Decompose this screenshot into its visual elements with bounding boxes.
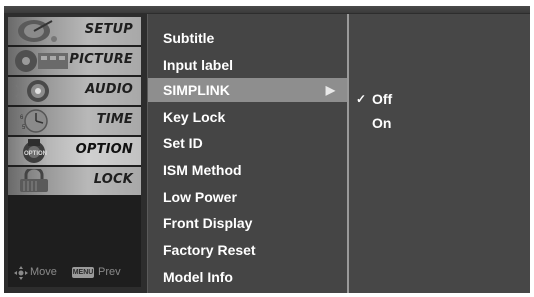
menu-item-label: Factory Reset <box>163 242 256 258</box>
menu-item-simplink[interactable]: SIMPLINK ▶ <box>148 78 348 102</box>
directional-pad-icon <box>14 266 28 280</box>
tab-label: OPTION <box>75 142 133 157</box>
menu-item-key-lock[interactable]: Key Lock <box>148 105 348 129</box>
tab-setup[interactable]: SETUP <box>8 17 141 45</box>
clock-icon: 6 5 <box>20 109 48 133</box>
menu-item-label: Input label <box>163 57 233 73</box>
menu-item-input-label[interactable]: Input label <box>148 53 348 77</box>
submenu-item-off[interactable]: ✓ Off <box>349 88 530 110</box>
simplink-submenu: ✓ Off On <box>349 14 530 293</box>
svg-text:OPTION: OPTION <box>24 151 47 157</box>
menu-item-label: Model Info <box>163 269 233 285</box>
option-disc-icon: OPTION <box>23 139 47 163</box>
submenu-item-label: Off <box>372 91 393 107</box>
tab-label: SETUP <box>84 22 133 37</box>
menu-item-label: Set ID <box>163 135 203 151</box>
menu-item-subtitle[interactable]: Subtitle <box>148 26 348 50</box>
option-menu: Subtitle Input label SIMPLINK ▶ Key Lock… <box>147 14 348 293</box>
lock-icon <box>20 169 48 192</box>
speaker-icon <box>15 80 49 102</box>
footer-hints: Move MENU Prev <box>12 265 142 281</box>
menu-key-badge: MENU <box>72 267 94 278</box>
tab-time[interactable]: 6 5 TIME <box>8 107 141 135</box>
tv-osd-screen: SETUP PICTURE AUDIO 6 5 TIME OPTION OPTI… <box>4 6 530 293</box>
checkmark-icon: ✓ <box>356 92 367 106</box>
submenu-arrow-icon: ▶ <box>325 83 335 97</box>
menu-item-label: Subtitle <box>163 30 215 46</box>
tab-label: AUDIO <box>85 82 133 97</box>
menu-item-label: SIMPLINK <box>163 82 230 98</box>
tab-option[interactable]: OPTION OPTION <box>8 137 141 165</box>
prev-hint-label: Prev <box>98 266 121 278</box>
submenu-item-on[interactable]: On <box>349 112 530 134</box>
menu-item-label: ISM Method <box>163 162 242 178</box>
svg-text:6: 6 <box>20 115 24 121</box>
satellite-dish-icon <box>18 20 57 42</box>
menu-item-low-power[interactable]: Low Power <box>148 185 348 209</box>
menu-item-label: Key Lock <box>163 109 226 125</box>
move-hint-label: Move <box>30 266 57 278</box>
menu-item-label: Low Power <box>163 189 237 205</box>
tab-label: PICTURE <box>69 52 133 67</box>
menu-item-factory-reset[interactable]: Factory Reset <box>148 238 348 262</box>
menu-item-front-display[interactable]: Front Display <box>148 211 348 235</box>
submenu-item-label: On <box>372 115 392 131</box>
menu-item-label: Front Display <box>163 215 253 231</box>
tab-picture[interactable]: PICTURE <box>8 47 141 75</box>
film-reel-icon <box>15 50 68 72</box>
top-bar <box>4 6 530 13</box>
menu-item-set-id[interactable]: Set ID <box>148 131 348 155</box>
tab-label: LOCK <box>93 172 133 187</box>
tab-lock[interactable]: LOCK <box>8 167 141 195</box>
tab-audio[interactable]: AUDIO <box>8 77 141 105</box>
menu-tabs: SETUP PICTURE AUDIO 6 5 TIME OPTION OPTI… <box>8 17 141 287</box>
menu-item-model-info[interactable]: Model Info <box>148 265 348 289</box>
tab-label: TIME <box>96 112 133 127</box>
menu-item-ism-method[interactable]: ISM Method <box>148 158 348 182</box>
